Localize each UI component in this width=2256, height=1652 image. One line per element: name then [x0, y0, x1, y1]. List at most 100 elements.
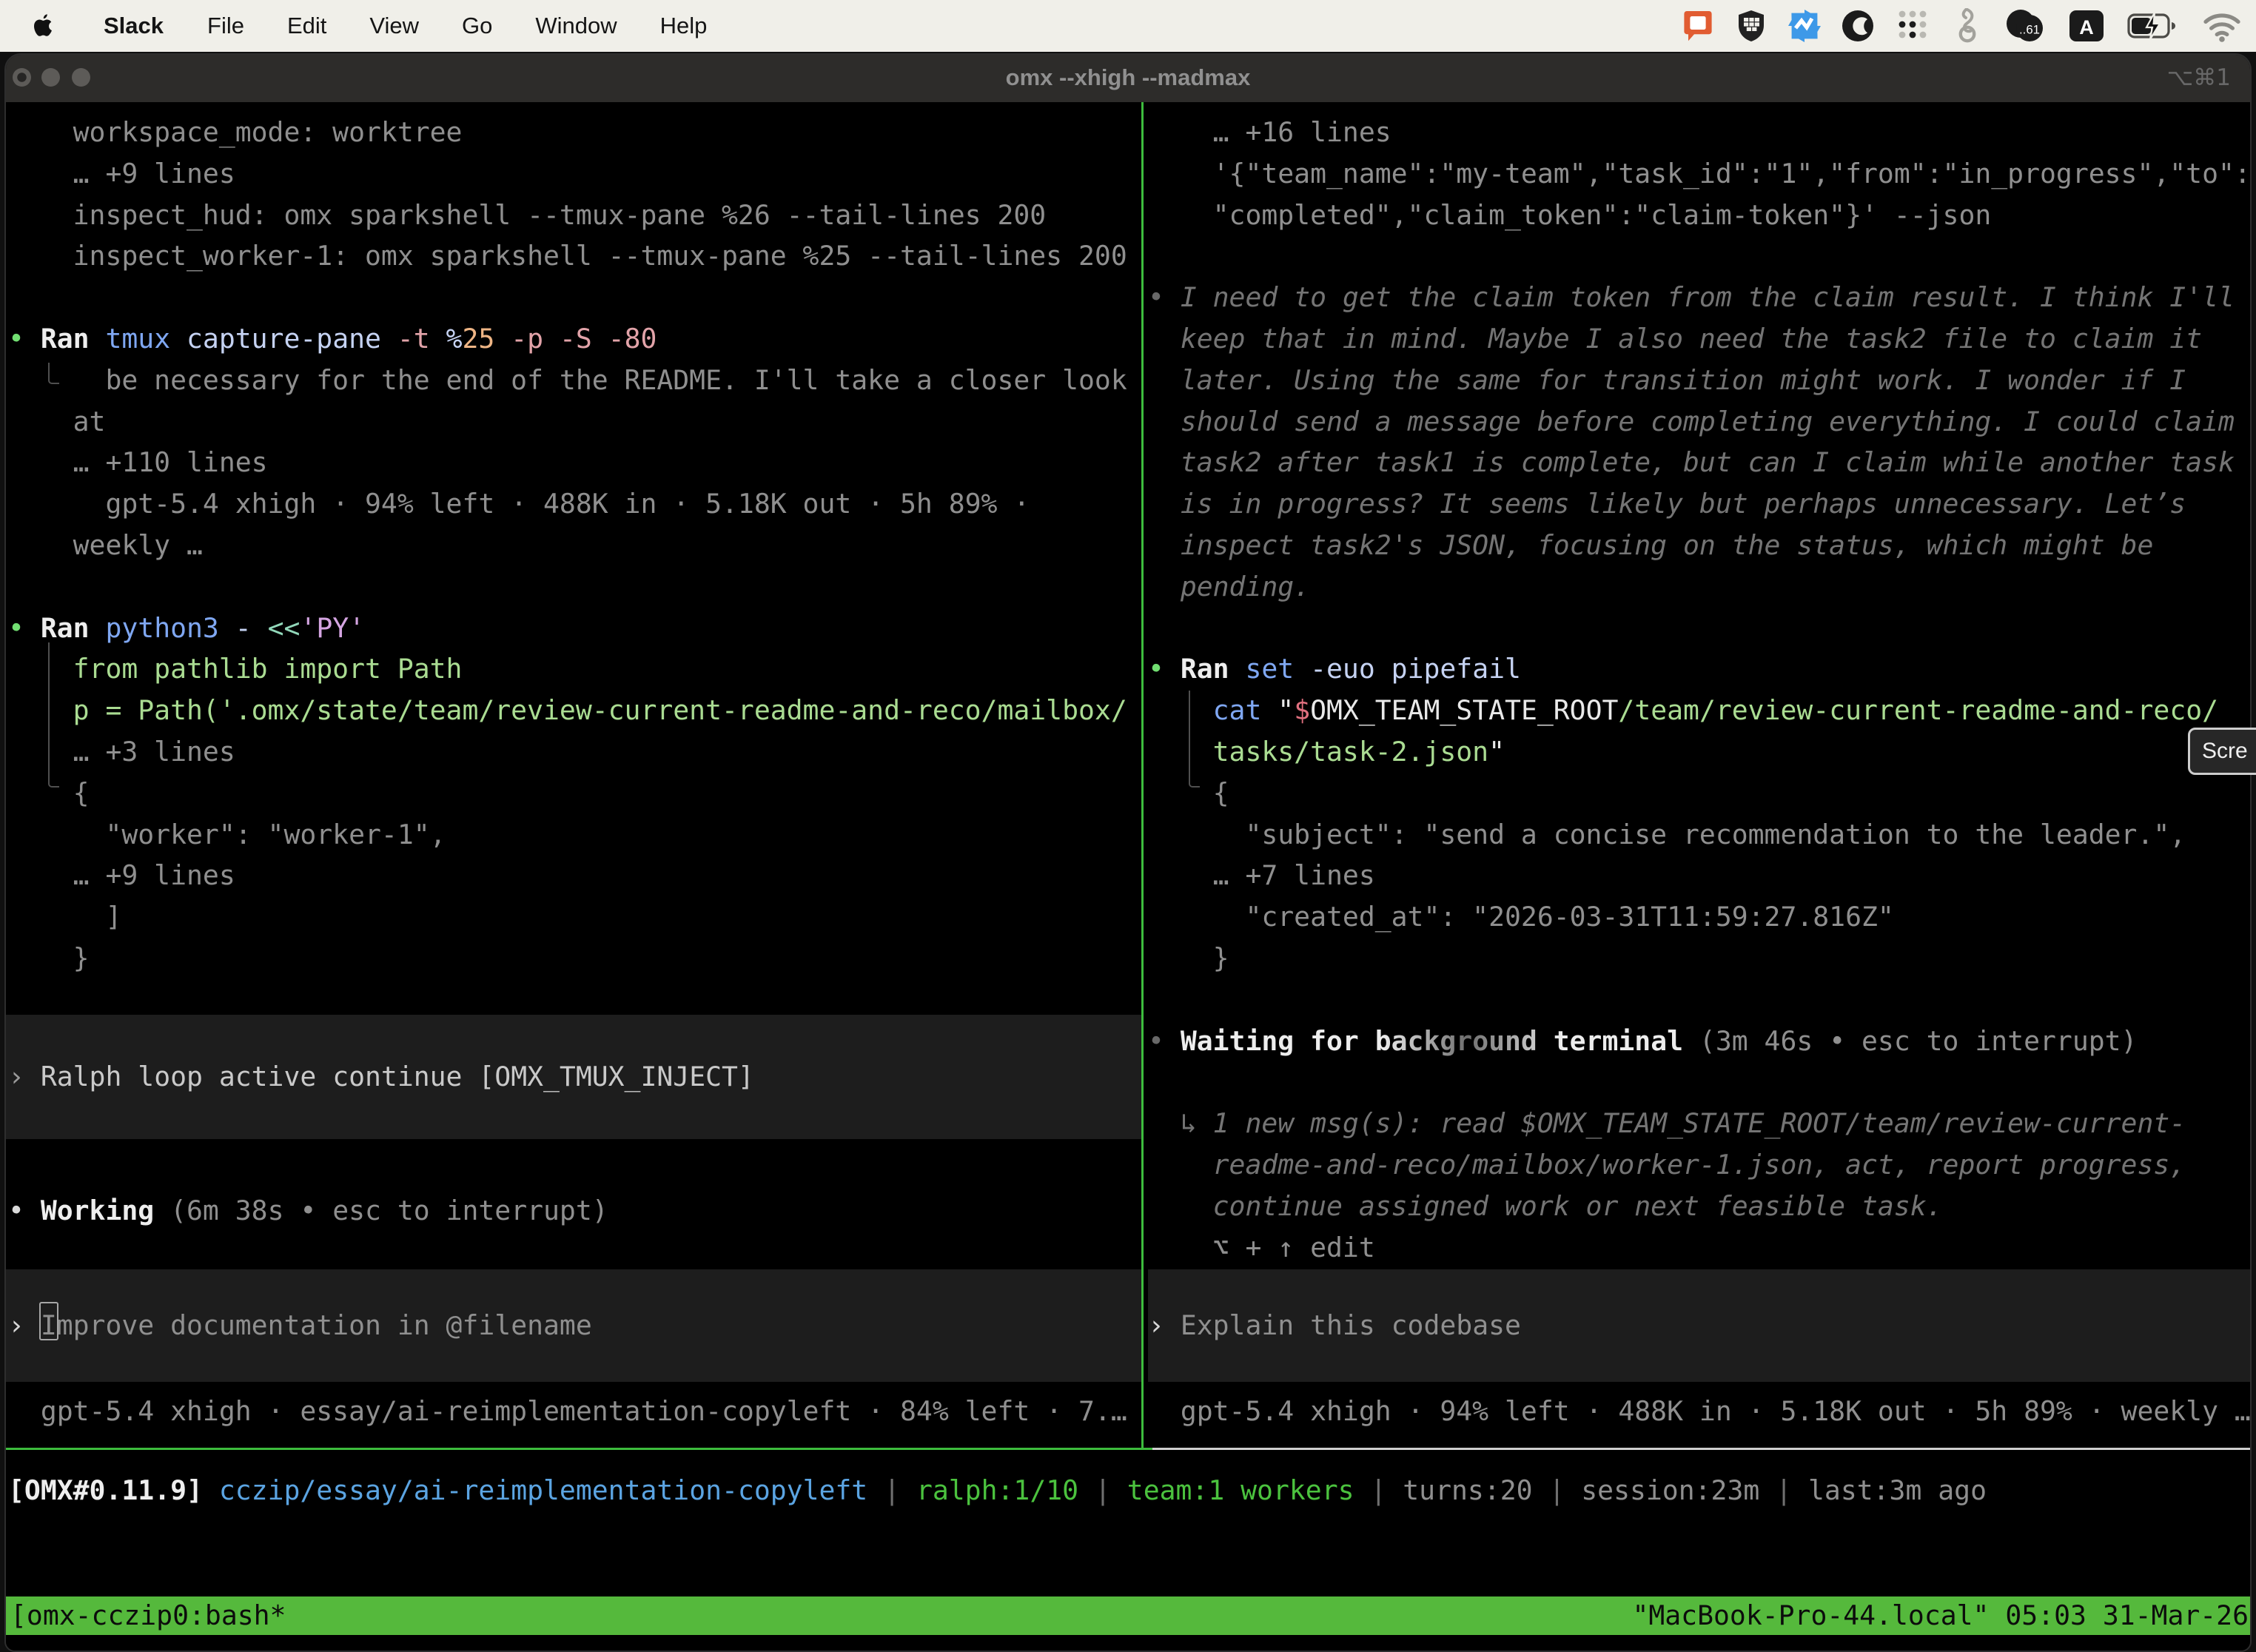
terminal-row: tasks/task-2.json" — [1148, 731, 1505, 773]
terminal-text-segment: p = Path('.omx/state/team/review-current… — [73, 694, 1127, 726]
terminal-text-segment: ⌥ + ↑ edit — [1148, 1232, 1375, 1263]
terminal-row: workspace_mode: worktree — [8, 112, 462, 153]
terminal-text-segment: inspect task2's JSON, focusing on the st… — [1148, 529, 2153, 561]
terminal-text-segment: (6m 38s • esc to interrupt) — [154, 1195, 608, 1226]
terminal-text-segment: } — [1148, 942, 1229, 974]
terminal-row: ↳ 1 new msg(s): read $OMX_TEAM_STATE_ROO… — [1148, 1103, 2186, 1144]
terminal-row: ] — [8, 896, 121, 938]
activity-status-icon[interactable] — [1778, 0, 1831, 52]
terminal-text-segment: Ran — [41, 612, 106, 644]
terminal-text-segment: … +9 lines — [8, 158, 235, 189]
terminal-row: from pathlib import Path — [8, 648, 462, 690]
status-segment: team:1 workers — [1127, 1474, 1354, 1506]
menu-bar: Slack File Edit View Go Window Help — [0, 0, 2256, 52]
terminal-text-segment: Ralph loop active continue [OMX_TMUX_INJ… — [41, 1061, 754, 1092]
menu-item-view[interactable]: View — [348, 13, 440, 39]
terminal-text-segment: "subject": "send a concise recommendatio… — [1148, 819, 2186, 850]
terminal-row: … +3 lines — [8, 731, 235, 773]
tmux-host-clock: "MacBook-Pro-44.local" 05:03 31-Mar-26 — [1632, 1596, 2249, 1634]
terminal-row: inspect_hud: omx sparkshell --tmux-pane … — [8, 195, 1046, 236]
terminal-text-segment: Ran — [1181, 653, 1246, 685]
output-connector-elbow — [48, 363, 59, 384]
terminal-row: "completed","claim_token":"claim-token"}… — [1148, 195, 1991, 236]
status-segment: turns:20 — [1403, 1474, 1532, 1506]
terminal-row: } — [1148, 938, 1229, 979]
status-segment: ralph:1/10 — [916, 1474, 1078, 1506]
terminal-text-segment: Waiting for background terminal — [1181, 1025, 1683, 1057]
tmux-pane-right[interactable]: … +16 lines '{"team_name":"my-team","tas… — [1148, 102, 2250, 1448]
active-pane-border — [6, 1448, 1152, 1450]
terminal-text-segment: is in progress? It seems likely but perh… — [1148, 488, 2186, 520]
menu-item-edit[interactable]: Edit — [266, 13, 348, 39]
terminal-text-segment: › — [8, 1309, 41, 1341]
terminal-text-segment: later. Using the same for transition mig… — [1148, 364, 2186, 396]
menu-item-file[interactable]: File — [186, 13, 266, 39]
network-count-badge[interactable]: ..61 — [1993, 0, 2056, 52]
terminal-text-segment: be necessary for the end of the README. … — [8, 364, 1127, 396]
terminal-row: task2 after task1 is complete, but can I… — [1148, 442, 2235, 483]
terminal-text-segment: • — [1148, 653, 1181, 685]
terminal-text-segment — [1148, 694, 1213, 726]
terminal-text-segment: -p -S -80 — [511, 323, 657, 355]
terminal-text-segment — [8, 653, 73, 685]
terminal-text-segment: " — [1278, 694, 1294, 726]
screen-share-pill[interactable]: Scre — [2188, 728, 2256, 775]
terminal-row: • I need to get the claim token from the… — [1148, 277, 2235, 318]
terminal-text-segment: gpt-5.4 xhigh · 94% left · 488K in · 5.1… — [1148, 1395, 2250, 1427]
camera-status-icon[interactable] — [1831, 0, 1884, 52]
status-segment: last:3m ago — [1808, 1474, 1987, 1506]
terminal-text-segment: ] — [8, 901, 121, 933]
pane-divider[interactable] — [1141, 102, 1144, 1450]
menu-item-go[interactable]: Go — [440, 13, 514, 39]
terminal-text-segment: weekly … — [8, 529, 203, 561]
terminal-text-segment: tmux — [105, 323, 187, 355]
menu-item-help[interactable]: Help — [639, 13, 729, 39]
terminal-text-segment: OMX_TEAM_STATE_ROOT — [1310, 694, 1618, 726]
dots-grid-status-icon[interactable] — [1884, 0, 1941, 52]
tmux-session-label: [omx-cczip0:bash* — [10, 1596, 286, 1634]
input-source-icon[interactable]: A — [2056, 0, 2117, 52]
terminal-text-segment: $ — [1294, 694, 1310, 726]
terminal-text-segment: ↳ 1 new msg(s): read $OMX_TEAM_STATE_ROO… — [1148, 1107, 2186, 1139]
wifi-icon[interactable] — [2188, 0, 2256, 52]
window-shortcut-hint: ⌥⌘1 — [2167, 55, 2231, 102]
text-cursor — [39, 1302, 58, 1340]
status-segment: | — [1078, 1474, 1127, 1506]
menu-app-name[interactable]: Slack — [81, 13, 186, 39]
terminal-text-segment: Explain this codebase — [1181, 1309, 1521, 1341]
shield-grid-status-icon[interactable] — [1725, 0, 1778, 52]
output-connector-elbow — [1189, 691, 1200, 788]
terminal-row: … +110 lines — [8, 442, 268, 483]
terminal-row: at — [8, 401, 105, 443]
tmux-status-bar: [omx-cczip0:bash* "MacBook-Pro-44.local"… — [6, 1596, 2250, 1635]
terminal-text-segment: (3m 46s • esc to interrupt) — [1683, 1025, 2137, 1057]
terminal-row: keep that in mind. Maybe I also need the… — [1148, 318, 2202, 360]
terminal-text-segment: inspect_hud: omx sparkshell --tmux-pane … — [8, 199, 1046, 231]
terminal-row: • Working (6m 38s • esc to interrupt) — [8, 1190, 608, 1232]
terminal-row: inspect_worker-1: omx sparkshell --tmux-… — [8, 235, 1127, 277]
terminal-text-segment: "completed","claim_token":"claim-token"}… — [1148, 199, 1991, 231]
chat-bubble-status-icon[interactable] — [1671, 0, 1725, 52]
terminal-text-segment: continue assigned work or next feasible … — [1148, 1190, 1943, 1222]
terminal-text-segment: • — [8, 1195, 41, 1226]
terminal-text-segment: << — [268, 612, 301, 644]
terminal-text-segment: tasks/task-2.json — [1213, 736, 1488, 768]
terminal-text-segment: - — [235, 612, 268, 644]
terminal-text-segment — [8, 694, 73, 726]
window-titlebar[interactable]: omx --xhigh --madmax ⌥⌘1 — [6, 55, 2250, 102]
terminal-row: readme-and-reco/mailbox/worker-1.json, a… — [1148, 1144, 2186, 1186]
dragon-status-icon[interactable] — [1941, 0, 1993, 52]
terminal-row: inspect task2's JSON, focusing on the st… — [1148, 525, 2153, 566]
tmux-pane-left[interactable]: workspace_mode: worktree … +9 lines insp… — [6, 102, 1141, 1448]
apple-logo-icon[interactable] — [34, 14, 53, 38]
terminal-text-segment: from pathlib import Path — [73, 653, 463, 685]
terminal-text-segment: gpt-5.4 xhigh · 94% left · 488K in · 5.1… — [8, 488, 1030, 520]
terminal-row: p = Path('.omx/state/team/review-current… — [8, 690, 1127, 731]
terminal-row: gpt-5.4 xhigh · essay/ai-reimplementatio… — [8, 1391, 1127, 1432]
terminal-text-segment: • — [8, 612, 41, 644]
terminal-text-segment: readme-and-reco/mailbox/worker-1.json, a… — [1148, 1149, 2186, 1181]
terminal-text-segment: pending. — [1148, 571, 1310, 602]
menu-item-window[interactable]: Window — [514, 13, 638, 39]
battery-icon[interactable] — [2117, 0, 2188, 52]
terminal-text-segment: › — [8, 1061, 41, 1092]
